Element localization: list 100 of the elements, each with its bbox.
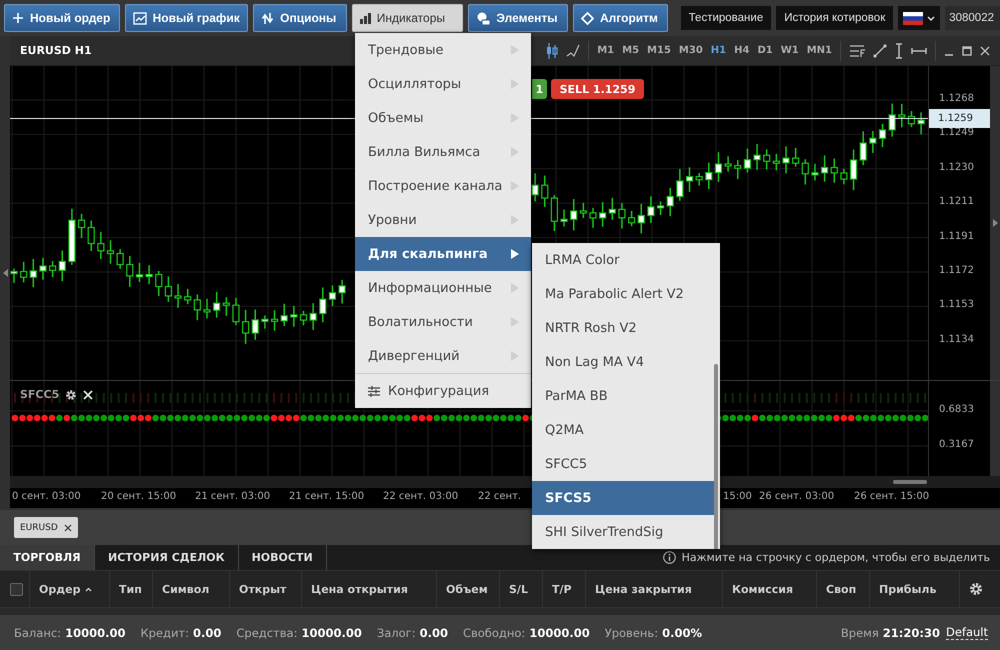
menu-item[interactable]: Для скальпинга [355, 237, 531, 271]
candle [164, 276, 172, 302]
column-header[interactable]: S/L [509, 582, 528, 596]
toolbar-button[interactable]: Алгоритм [573, 4, 668, 32]
column-header[interactable]: Цена закрытия [595, 582, 692, 596]
candle [78, 214, 86, 238]
menu-item[interactable]: Трендовые [355, 33, 531, 67]
select-all-checkbox[interactable] [10, 582, 23, 596]
candle [618, 203, 626, 229]
candle [821, 155, 828, 182]
column-header[interactable]: Ордер [39, 582, 80, 596]
timeframe-button[interactable]: D1 [757, 45, 773, 56]
candlestick-icon[interactable] [546, 42, 558, 58]
candle [686, 167, 694, 192]
timeframe-button[interactable]: M5 [622, 45, 640, 56]
column-header[interactable]: Своп [826, 582, 856, 596]
candle [242, 310, 250, 344]
level-label: 0.6833 [939, 404, 974, 415]
column-header[interactable]: Прибыль [879, 582, 936, 596]
menu-item[interactable]: Билла Вильямса [355, 135, 531, 169]
candle [898, 104, 906, 128]
submenu-item[interactable]: LRMA Color [532, 243, 714, 277]
submenu-item[interactable]: SFCS5 [532, 481, 714, 515]
configuration-item[interactable]: Конфигурация [355, 374, 531, 408]
candle [599, 202, 606, 227]
horizontal-line-icon[interactable] [911, 46, 927, 54]
candle [10, 268, 18, 283]
submenu-arrow-icon [511, 113, 519, 123]
profile-link[interactable]: Default [946, 625, 988, 640]
toolbar-button[interactable]: Индикаторы [352, 4, 464, 32]
column-header[interactable]: Тип [119, 582, 142, 596]
diamond-icon [581, 12, 594, 24]
column-header[interactable]: Цена открытия [311, 582, 408, 596]
timeframe-button[interactable]: M30 [678, 45, 703, 56]
symbol-tab-label[interactable]: EURUSD [20, 522, 58, 532]
candle [830, 158, 838, 183]
toolbar-button[interactable]: Опционы [253, 4, 347, 32]
column-header[interactable]: Символ [162, 582, 210, 596]
candle [772, 154, 780, 170]
column-header[interactable]: Открыт [239, 582, 286, 596]
status-label: Кредит: [140, 626, 189, 640]
symbol-tab[interactable]: EURUSD [14, 517, 78, 538]
timeframe-button[interactable]: M1 [597, 45, 614, 56]
candle [608, 198, 616, 220]
timeframe-button[interactable]: W1 [780, 45, 799, 56]
candle [792, 148, 800, 167]
toolbar-button[interactable]: Тестирование [680, 6, 772, 30]
candle [338, 280, 346, 304]
menu-item[interactable]: Информационные [355, 271, 531, 305]
menu-item[interactable]: Волатильности [355, 305, 531, 339]
menu-item[interactable]: Дивергенций [355, 339, 531, 373]
sell-button[interactable]: SELL 1.1259 [551, 79, 644, 99]
language-dropdown[interactable] [898, 6, 940, 30]
timeframe-button[interactable]: M15 [647, 45, 671, 56]
scrollbar-thumb[interactable] [714, 364, 718, 549]
candle [628, 210, 636, 226]
submenu-item[interactable]: SHI SilverTrendSig [532, 515, 714, 549]
time-label: 22 сент. 03:00 [383, 491, 458, 502]
scrollbar-thumb[interactable] [893, 480, 927, 484]
price-label: 1.1211 [939, 196, 974, 208]
toolbar-button[interactable]: Элементы [468, 4, 568, 32]
candle [270, 310, 278, 331]
candle [68, 208, 76, 265]
menu-item[interactable]: Осцилляторы [355, 67, 531, 101]
info-icon [662, 551, 676, 564]
menu-item[interactable]: Построение канала [355, 169, 531, 203]
close-icon[interactable] [980, 46, 990, 56]
toolbar-button[interactable]: Новый ордер [4, 4, 120, 32]
shapes-icon [476, 12, 490, 24]
line-chart-icon[interactable] [566, 44, 580, 58]
panel-tab[interactable]: ТОРГОВЛЯ [0, 545, 95, 570]
candle [666, 188, 674, 216]
toolbar-button[interactable]: История котировок [776, 6, 894, 30]
timeframe-button[interactable]: H4 [734, 45, 750, 56]
settings-icon[interactable] [969, 582, 983, 596]
menu-item[interactable]: Объемы [355, 101, 531, 135]
timeframe-button[interactable]: MN1 [806, 45, 832, 56]
candle [589, 208, 597, 228]
time-label: 0 сент. 03:00 [12, 491, 81, 502]
column-header[interactable]: Комиссия [732, 582, 794, 596]
settings-icon[interactable] [65, 388, 78, 400]
column-header[interactable]: Объем [446, 582, 488, 596]
trend-line-icon[interactable] [873, 44, 887, 58]
candle [261, 315, 268, 329]
lines-icon[interactable] [849, 44, 865, 58]
status-label: Залог: [376, 626, 416, 640]
toolbar-button[interactable]: Новый график [124, 4, 248, 32]
close-icon[interactable] [64, 524, 72, 532]
status-label: Свободно: [462, 626, 526, 640]
time-label: 20 сент. 15:00 [101, 491, 176, 502]
menu-item[interactable]: Уровни [355, 203, 531, 237]
timeframe-button[interactable]: H1 [710, 45, 726, 56]
candle [638, 204, 645, 234]
column-header[interactable]: T/P [552, 582, 572, 596]
maximize-icon[interactable] [962, 46, 972, 56]
price-label: 1.1153 [939, 299, 974, 310]
vertical-line-icon[interactable] [895, 42, 903, 58]
time-label: 21 сент. 03:00 [195, 491, 270, 502]
price-label: 1.1191 [939, 230, 974, 242]
candle [49, 261, 56, 278]
